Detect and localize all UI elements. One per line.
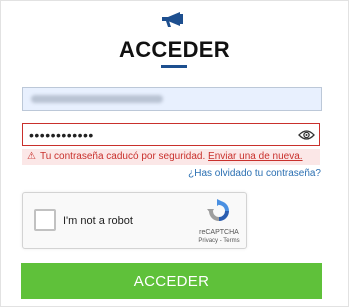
warning-icon: ⚠ bbox=[27, 151, 36, 162]
recaptcha-terms-link[interactable]: Privacy - Terms bbox=[194, 238, 244, 244]
resend-password-link[interactable]: Enviar una de nueva. bbox=[208, 151, 303, 162]
recaptcha-widget: I'm not a robot reCAPTCHA Privacy - Term… bbox=[22, 192, 247, 249]
title-underline bbox=[161, 65, 187, 68]
error-text: Tu contraseña caducó por seguridad. bbox=[39, 151, 206, 162]
forgot-password-link[interactable]: ¿Has olvidado tu contraseña? bbox=[188, 168, 321, 179]
password-value: •••••••••••• bbox=[29, 127, 94, 143]
password-error-message: ⚠ Tu contraseña caducó por seguridad. Env… bbox=[22, 149, 320, 165]
page-title: ACCEDER bbox=[119, 37, 230, 62]
login-submit-button[interactable]: ACCEDER bbox=[21, 263, 322, 299]
eye-icon[interactable] bbox=[298, 129, 315, 141]
recaptcha-logo-icon bbox=[207, 199, 229, 221]
recaptcha-label: I'm not a robot bbox=[63, 215, 133, 227]
email-value-blurred bbox=[31, 95, 163, 103]
recaptcha-brand: reCAPTCHA bbox=[199, 229, 239, 236]
email-field[interactable] bbox=[22, 87, 322, 111]
megaphone-icon bbox=[162, 12, 183, 27]
recaptcha-checkbox[interactable] bbox=[34, 209, 56, 231]
password-field[interactable]: •••••••••••• bbox=[22, 123, 320, 146]
